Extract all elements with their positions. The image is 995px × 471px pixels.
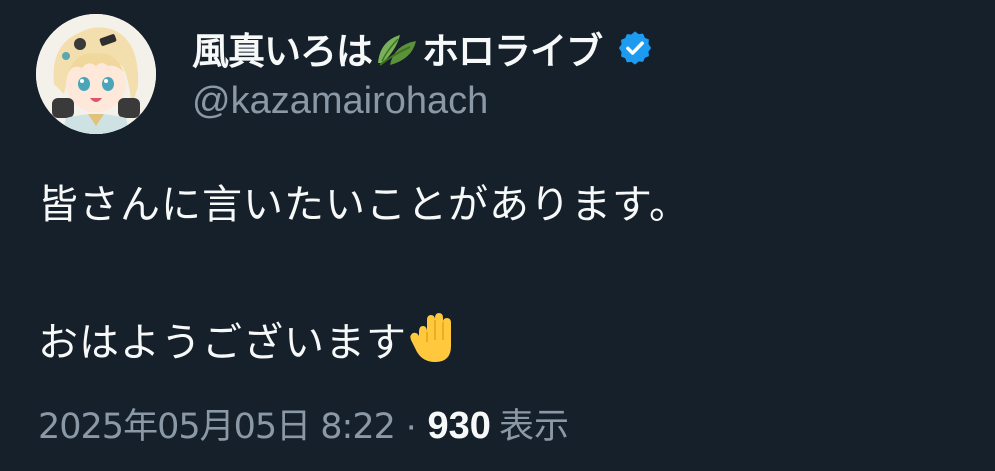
tweet-meta: 2025年05月05日 8:22 · 930 表示 [38, 398, 569, 449]
display-name[interactable]: 風真いろは [192, 21, 373, 75]
verified-badge-icon [616, 29, 654, 67]
views-count[interactable]: 930 [428, 405, 491, 447]
views-label: 表示 [498, 407, 569, 447]
avatar[interactable] [36, 14, 156, 134]
display-name-suffix[interactable]: ホロライブ [422, 21, 603, 75]
display-name-row[interactable]: 風真いろは ホロライブ [192, 22, 654, 74]
user-handle[interactable]: @kazamairohach [192, 80, 488, 123]
tweet-text-line-2: おはようございます [38, 310, 455, 368]
tweet-text-line-2-content: おはようございます [38, 320, 407, 366]
meta-separator: · [404, 405, 418, 447]
leaf-emoji-icon [374, 27, 420, 69]
tweet-text-line-1: 皆さんに言いたいことがあります。 [38, 182, 690, 228]
raised-hand-emoji-icon [409, 312, 455, 364]
tweet-card: 風真いろは ホロライブ @kazamairohach 皆さんに言いたいことがあり… [0, 0, 995, 471]
tweet-timestamp[interactable]: 2025年05月05日 8:22 [38, 407, 396, 447]
avatar-image [36, 14, 156, 134]
